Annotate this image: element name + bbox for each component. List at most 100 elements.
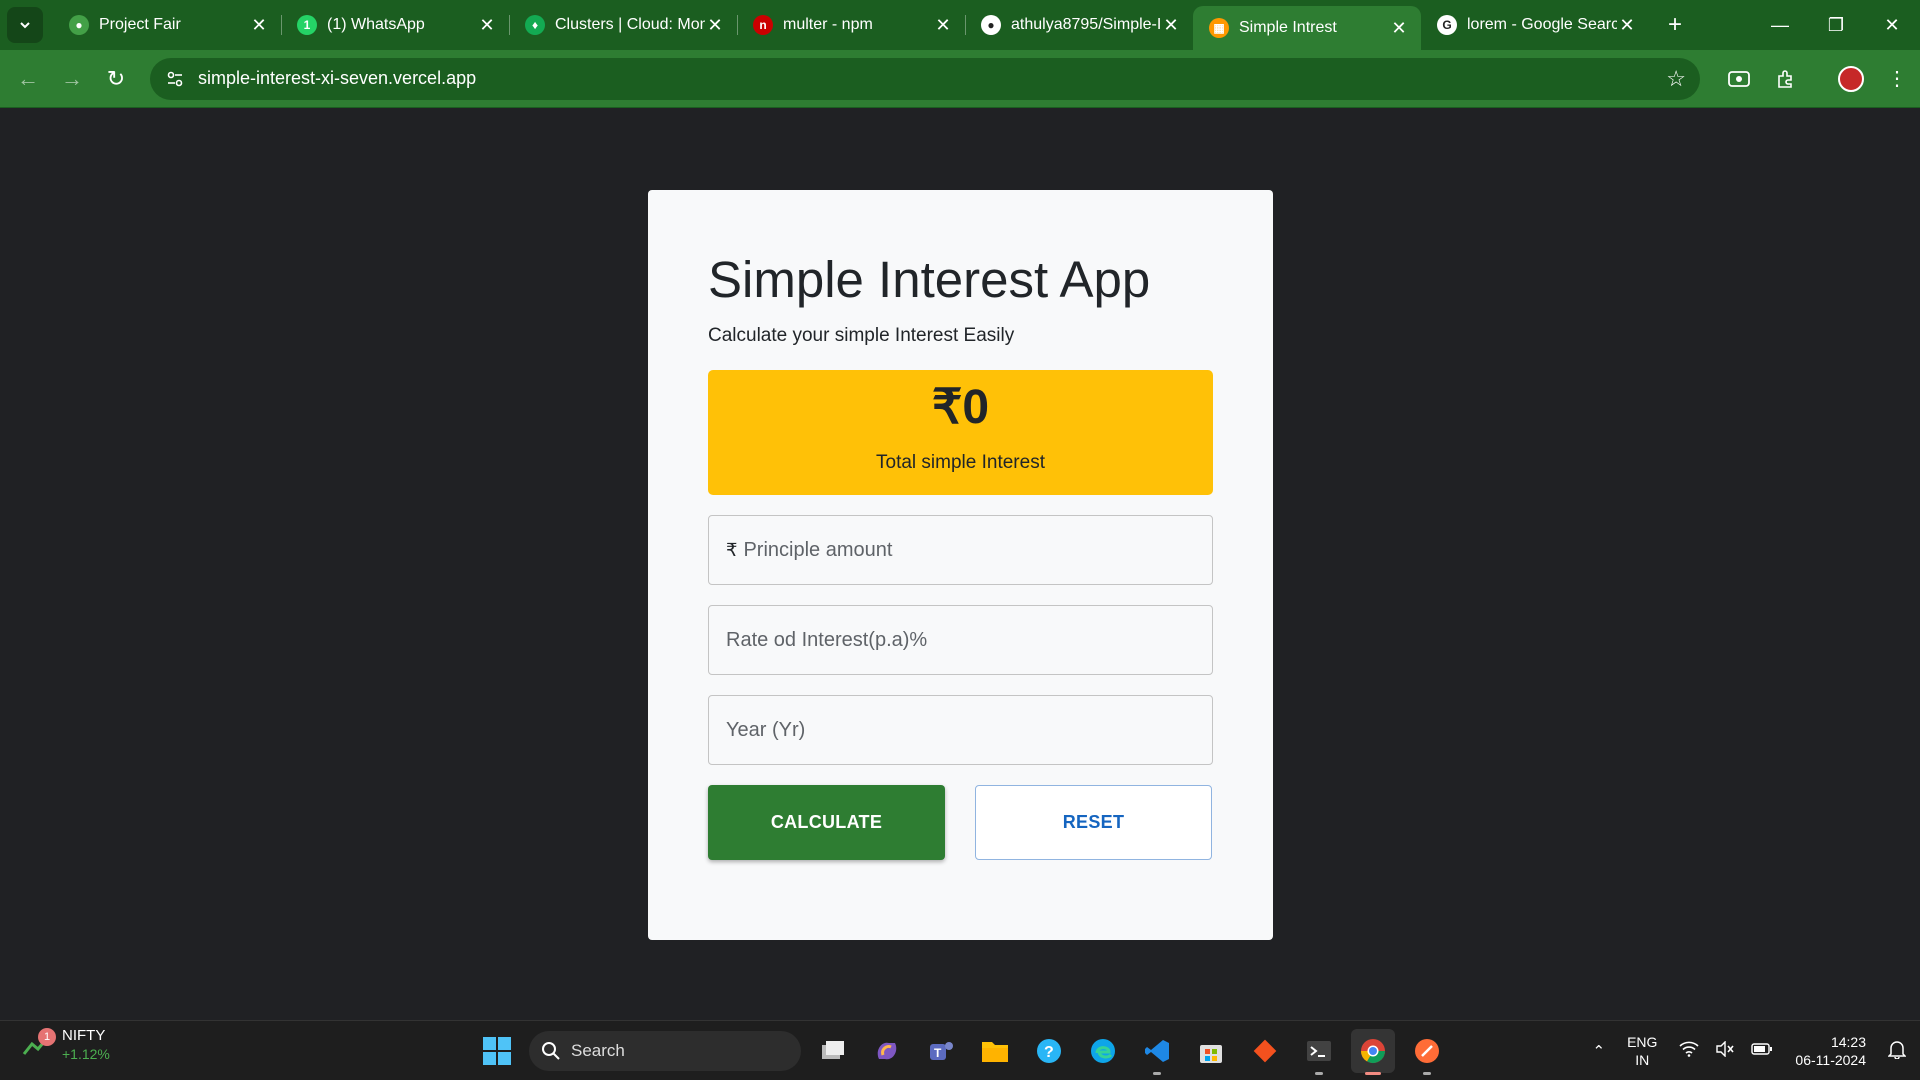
taskbar-search[interactable]: Search <box>529 1031 801 1071</box>
running-indicator <box>1153 1072 1161 1075</box>
github-icon: ● <box>981 15 1001 35</box>
minimize-icon[interactable]: — <box>1752 0 1808 50</box>
edge-icon[interactable] <box>1081 1029 1125 1073</box>
browser-tab[interactable]: ● athulya8795/Simple-Interest✕ <box>965 0 1193 50</box>
forward-icon[interactable]: → <box>50 57 94 101</box>
result-panel: ₹0 Total simple Interest <box>708 370 1213 495</box>
address-bar[interactable]: simple-interest-xi-seven.vercel.app ☆ <box>150 57 1700 100</box>
widget-change: +1.12% <box>62 1046 110 1062</box>
browser-tab[interactable]: n multer - npm ✕ <box>737 0 965 50</box>
task-view-icon[interactable] <box>811 1029 855 1073</box>
close-tab-icon[interactable]: ✕ <box>1389 18 1409 39</box>
stock-widget[interactable]: 1 NIFTY +1.12% <box>22 1027 110 1063</box>
avatar <box>1838 65 1864 92</box>
tab-title: athulya8795/Simple-Interest <box>1011 16 1161 33</box>
new-tab-button[interactable]: + <box>1659 11 1691 39</box>
taskbar-apps: Search T ? <box>470 1029 1454 1075</box>
close-tab-icon[interactable]: ✕ <box>1161 15 1181 36</box>
site-settings-icon[interactable] <box>164 68 186 90</box>
chevron-down-icon <box>20 22 30 29</box>
tab-strip: ● Project Fair ✕ 1 (1) WhatsApp ✕ ♦ Clusters | … <box>0 0 1920 50</box>
browser-toolbar: ← → ↻ simple-interest-xi-seven.vercel.ap… <box>0 50 1920 108</box>
file-explorer-icon[interactable] <box>973 1029 1017 1073</box>
screencast-icon[interactable] <box>1716 70 1762 88</box>
profile-avatar[interactable] <box>1828 65 1874 92</box>
menu-kebab-icon[interactable]: ⋮ <box>1874 66 1920 91</box>
svg-text:?: ? <box>1044 1044 1054 1061</box>
toolbar-actions: ⋮ <box>1716 50 1920 108</box>
google-icon: G <box>1437 15 1457 35</box>
language-indicator[interactable]: ENG IN <box>1627 1033 1657 1069</box>
reload-icon[interactable]: ↻ <box>94 57 138 101</box>
language-code: ENG <box>1627 1034 1658 1050</box>
git-icon[interactable] <box>1243 1029 1287 1073</box>
tab-title: Project Fair <box>99 16 181 33</box>
stock-chart-icon: 1 <box>22 1028 56 1060</box>
chrome-icon[interactable] <box>1351 1029 1395 1075</box>
running-indicator <box>1423 1072 1431 1075</box>
tab-title: multer - npm <box>783 16 873 33</box>
tab-search-button[interactable] <box>7 7 43 43</box>
browser-tab[interactable]: ▦ Simple Intrest ✕ <box>1193 6 1421 50</box>
notification-bell-icon[interactable] <box>1887 1039 1907 1063</box>
back-icon[interactable]: ← <box>6 57 50 101</box>
svg-text:T: T <box>934 1046 942 1060</box>
browser-tab[interactable]: ♦ Clusters | Cloud: MongoDB✕ <box>509 0 737 50</box>
page-title: Simple Interest App <box>708 251 1151 308</box>
url-text[interactable]: simple-interest-xi-seven.vercel.app <box>198 68 476 89</box>
browser-tab[interactable]: 1 (1) WhatsApp ✕ <box>281 0 509 50</box>
store-icon[interactable] <box>1189 1029 1233 1073</box>
wifi-icon[interactable] <box>1679 1041 1699 1061</box>
chevron-up-icon[interactable]: ⌃ <box>1593 1042 1606 1060</box>
close-tab-icon[interactable]: ✕ <box>477 15 497 36</box>
tabs: ● Project Fair ✕ 1 (1) WhatsApp ✕ ♦ Clusters | … <box>53 0 1649 50</box>
battery-icon[interactable] <box>1751 1042 1773 1060</box>
restore-icon[interactable]: ❐ <box>1808 0 1864 50</box>
year-input[interactable] <box>726 718 1212 742</box>
principle-input[interactable] <box>743 538 1212 562</box>
close-tab-icon[interactable]: ✕ <box>1617 15 1637 36</box>
clock-time: 14:23 <box>1830 1034 1866 1050</box>
tab-title: Clusters | Cloud: MongoDB <box>555 16 705 33</box>
close-window-icon[interactable]: ✕ <box>1864 0 1920 50</box>
tab-title: Simple Intrest <box>1239 19 1337 36</box>
system-tray: ⌃ ENG IN 14:23 06-11-2024 <box>1585 1021 1920 1080</box>
browser-tab[interactable]: Glorem - Google Search ✕ <box>1421 0 1649 50</box>
widget-name: NIFTY <box>62 1027 106 1044</box>
extensions-icon[interactable] <box>1762 69 1808 89</box>
close-tab-icon[interactable]: ✕ <box>249 15 269 36</box>
search-icon <box>542 1042 560 1060</box>
windows-start-icon[interactable] <box>475 1029 519 1073</box>
terminal-icon[interactable] <box>1297 1029 1341 1075</box>
reset-button[interactable]: RESET <box>975 785 1212 860</box>
teams-icon[interactable]: T <box>919 1029 963 1073</box>
whatsapp-icon: 1 <box>297 15 317 35</box>
close-tab-icon[interactable]: ✕ <box>933 15 953 36</box>
postman-icon[interactable] <box>1405 1029 1449 1075</box>
search-label: Search <box>571 1041 625 1060</box>
help-icon[interactable]: ? <box>1027 1029 1071 1073</box>
principle-field[interactable]: ₹ <box>708 515 1213 585</box>
app-icon: ▦ <box>1209 18 1229 38</box>
interest-amount: ₹0 <box>931 381 990 434</box>
vscode-icon[interactable] <box>1135 1029 1179 1075</box>
interest-label: Total simple Interest <box>876 452 1045 473</box>
browser-tab[interactable]: ● Project Fair ✕ <box>53 0 281 50</box>
close-tab-icon[interactable]: ✕ <box>705 15 725 36</box>
rate-field[interactable] <box>708 605 1213 675</box>
calculate-button[interactable]: CALCULATE <box>708 785 945 860</box>
running-indicator <box>1365 1072 1381 1075</box>
volume-muted-icon[interactable] <box>1715 1040 1735 1061</box>
notification-badge: 1 <box>38 1028 56 1046</box>
clock-date: 06-11-2024 <box>1795 1052 1866 1068</box>
clock[interactable]: 14:23 06-11-2024 <box>1795 1033 1866 1069</box>
copilot-icon[interactable] <box>865 1029 909 1073</box>
window-controls: — ❐ ✕ <box>1752 0 1920 50</box>
mongodb-icon: ♦ <box>525 15 545 35</box>
running-indicator <box>1315 1072 1323 1075</box>
bookmark-star-icon[interactable]: ☆ <box>1666 66 1686 92</box>
taskbar: 1 NIFTY +1.12% Search T ? ⌃ ENG IN 14:23… <box>0 1020 1920 1080</box>
rate-input[interactable] <box>726 628 1212 652</box>
year-field[interactable] <box>708 695 1213 765</box>
npm-icon: n <box>753 15 773 35</box>
